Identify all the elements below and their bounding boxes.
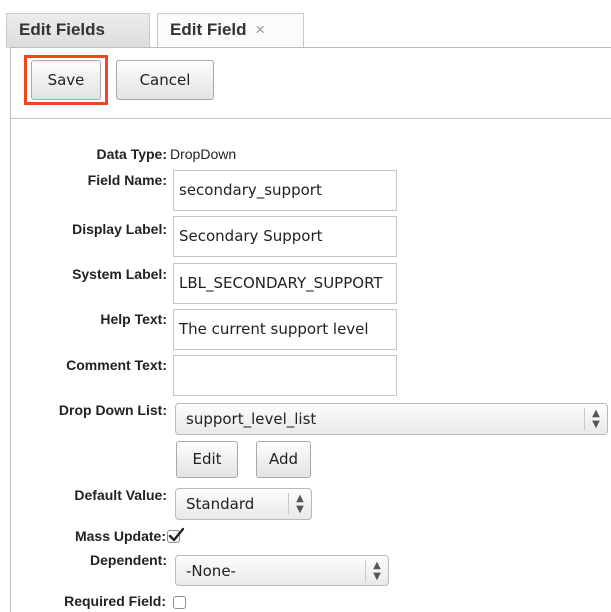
required-field-label: Required Field: [64, 593, 166, 609]
mass-update-label: Mass Update: [74, 528, 166, 544]
updown-arrows-icon: ▲ ▼ [365, 560, 388, 582]
display-label-input[interactable]: Secondary Support [173, 216, 397, 257]
help-text-label: Help Text: [100, 311, 167, 327]
dependent-label: Dependent: [90, 552, 167, 568]
system-label-input[interactable]: LBL_SECONDARY_SUPPORT [173, 263, 397, 304]
tab-edit-field[interactable]: Edit Field × [157, 13, 304, 48]
field-name-label: Field Name: [87, 172, 167, 188]
edit-list-button[interactable]: Edit [176, 441, 238, 478]
tab-edit-fields[interactable]: Edit Fields [6, 13, 150, 48]
add-list-button[interactable]: Add [256, 441, 311, 478]
system-label-label: System Label: [72, 266, 167, 282]
cancel-button[interactable]: Cancel [116, 60, 214, 100]
required-field-checkbox[interactable] [173, 596, 186, 609]
tab-label: Edit Field [170, 20, 247, 39]
display-label-label: Display Label: [72, 221, 167, 237]
data-type-label: Data Type: [96, 146, 167, 162]
comment-text-label: Comment Text: [66, 357, 167, 373]
tab-bar: Edit Fields Edit Field × [0, 0, 611, 48]
dropdown-list-label: Drop Down List: [58, 402, 167, 418]
dependent-select[interactable]: -None- ▲ ▼ [175, 555, 389, 586]
default-value-label: Default Value: [74, 487, 167, 503]
field-name-input[interactable]: secondary_support [173, 170, 397, 211]
help-text-input[interactable]: The current support level [173, 309, 397, 350]
save-button[interactable]: Save [31, 60, 101, 100]
comment-text-input[interactable] [173, 355, 397, 396]
dependent-value: -None- [186, 562, 236, 580]
checkmark-icon [168, 527, 185, 542]
mass-update-checkbox[interactable] [167, 527, 185, 543]
updown-arrows-icon: ▲ ▼ [288, 493, 311, 515]
tab-label: Edit Fields [19, 20, 105, 39]
updown-arrows-icon: ▲ ▼ [584, 408, 607, 430]
data-type-value: DropDown [170, 146, 237, 162]
dropdown-list-value: support_level_list [186, 410, 317, 428]
close-icon[interactable]: × [255, 20, 265, 39]
divider [10, 118, 611, 119]
default-value-select[interactable]: Standard ▲ ▼ [175, 488, 312, 520]
dropdown-list-select[interactable]: support_level_list ▲ ▼ [175, 403, 608, 435]
default-value-value: Standard [186, 495, 255, 513]
